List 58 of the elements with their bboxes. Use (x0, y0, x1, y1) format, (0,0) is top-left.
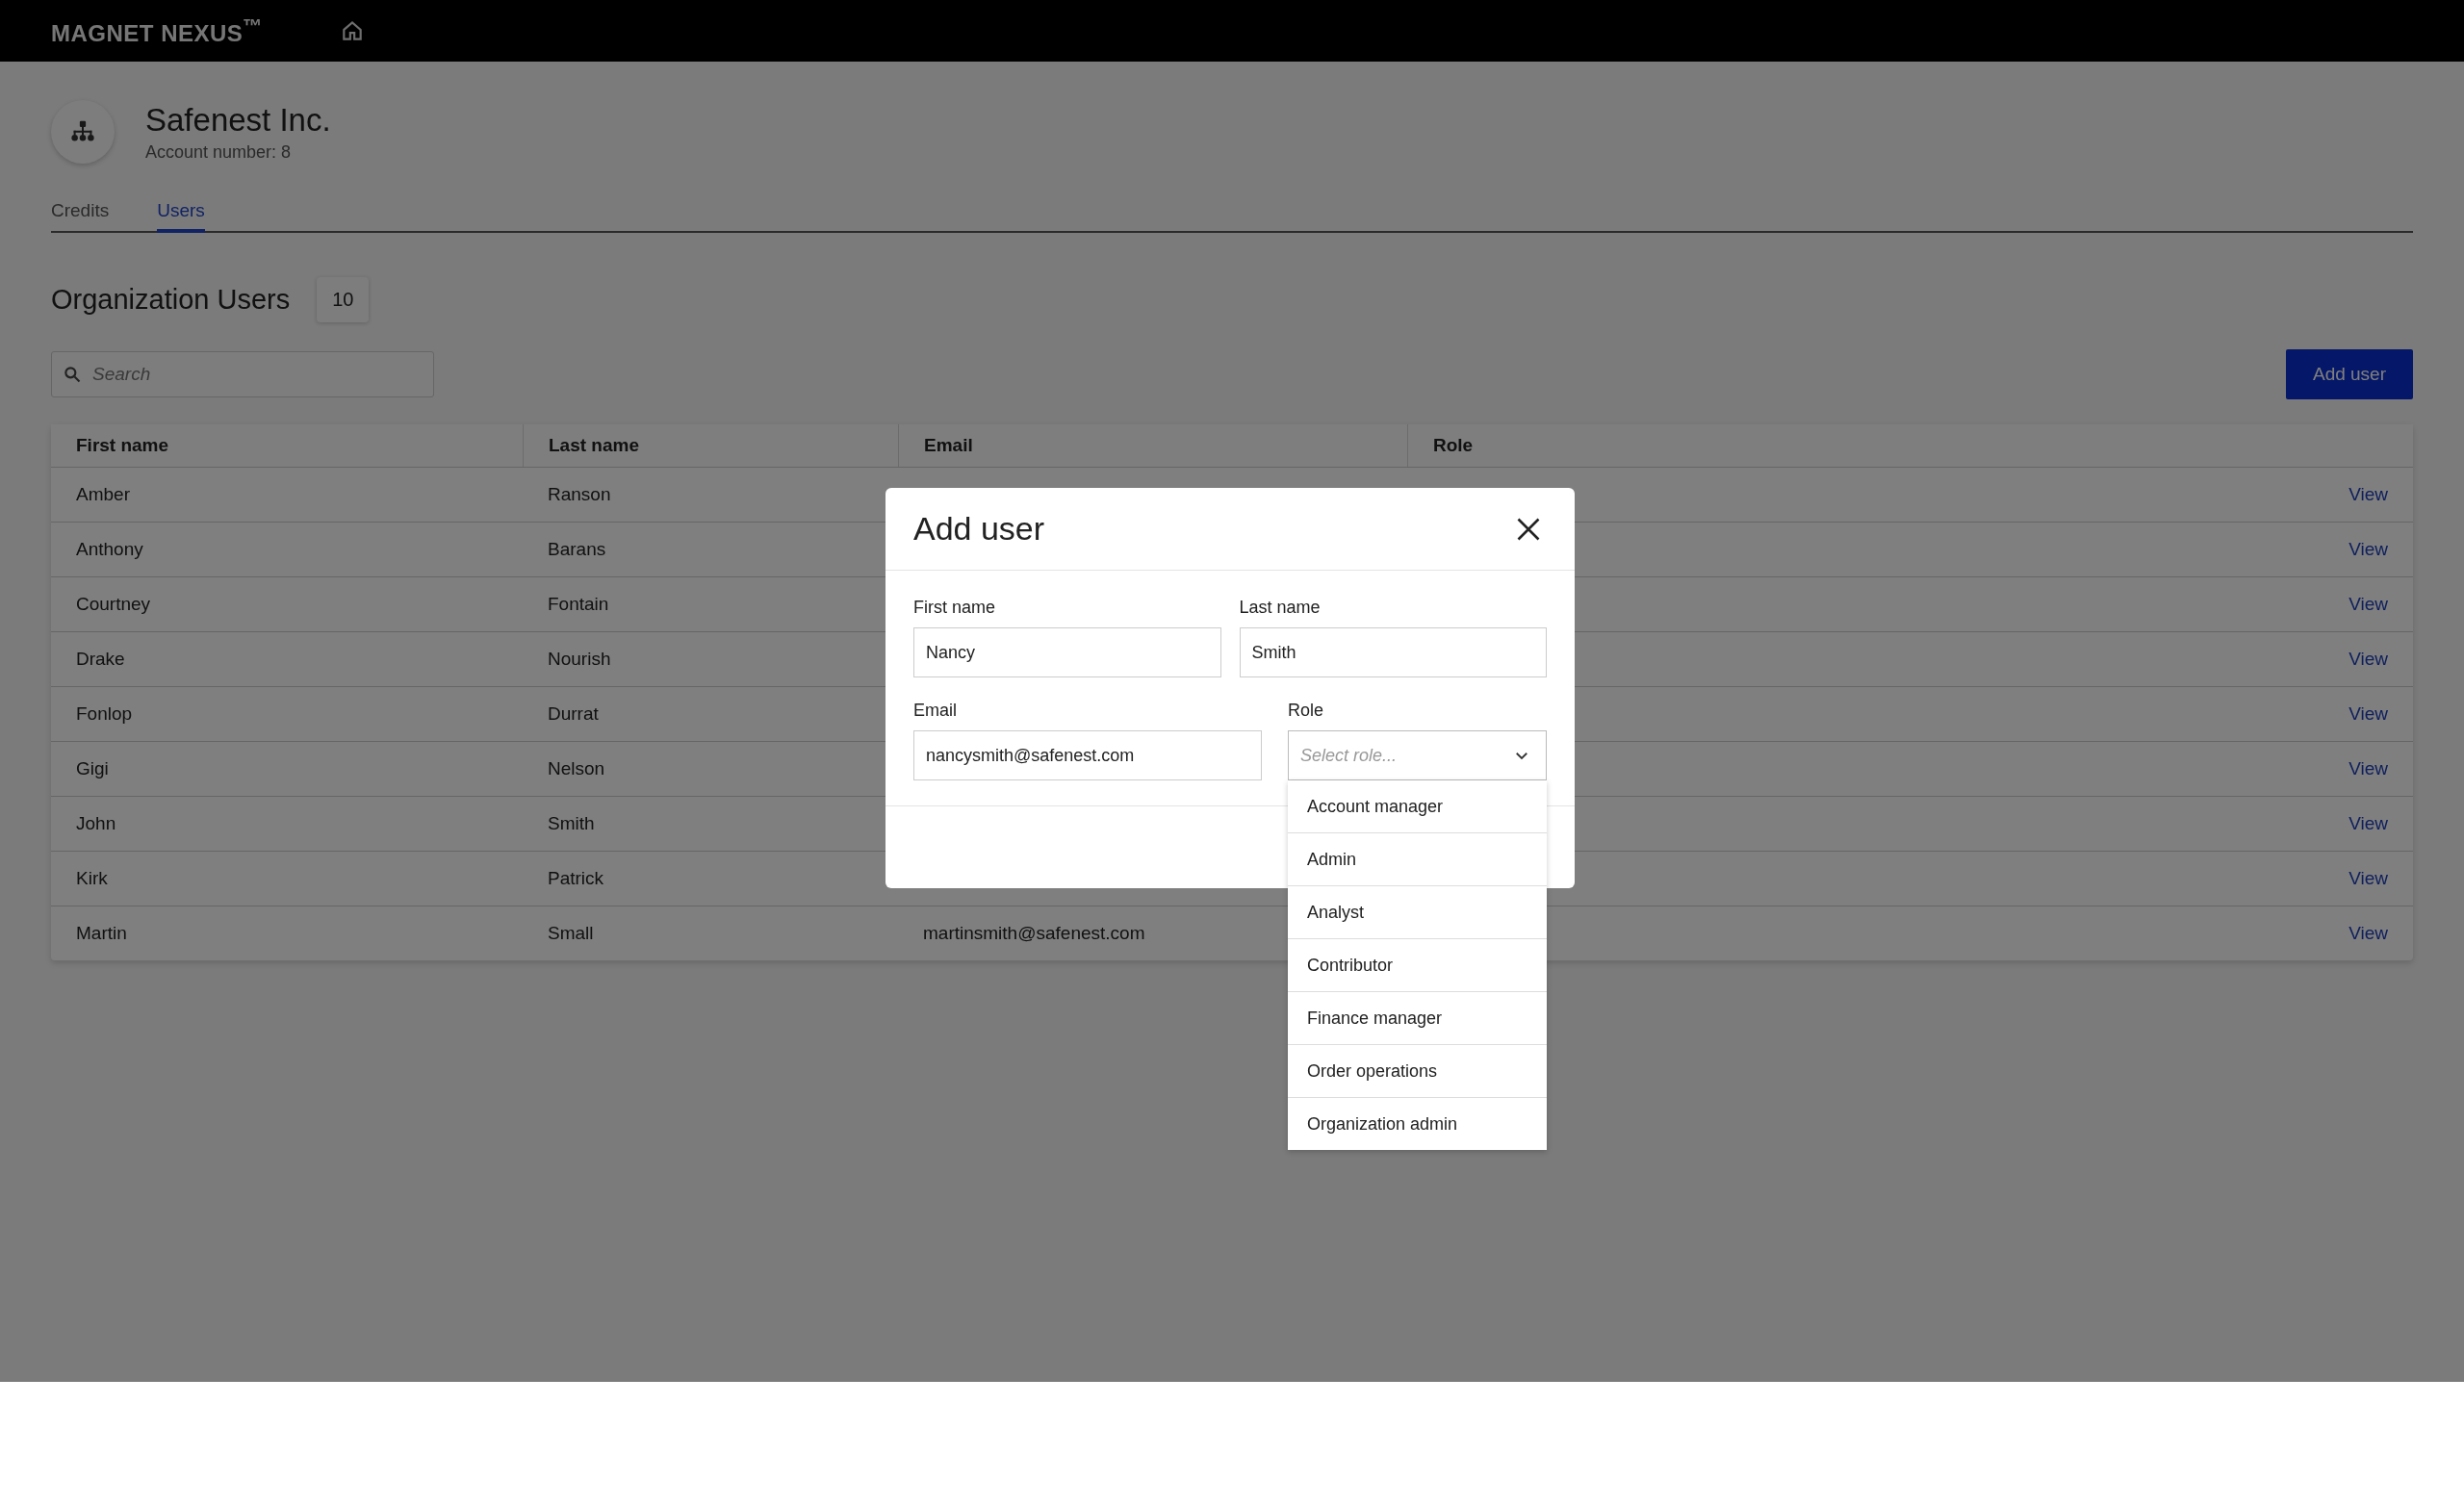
view-link[interactable]: View (2348, 539, 2388, 560)
table-cell-text: Patrick (547, 868, 605, 889)
field-label: Role (1288, 701, 1325, 721)
dropdown-option[interactable]: Admin (1288, 832, 1547, 885)
table-cell-text: Barans (547, 539, 607, 560)
table-cell-text: Ranson (547, 484, 612, 505)
column-header: Last name (523, 424, 898, 467)
dropdown-option[interactable]: Analyst (1288, 885, 1547, 938)
table-cell-text: Kirk (75, 868, 109, 889)
view-link[interactable]: View (2348, 484, 2388, 505)
table-cell-text: Nourish (547, 649, 612, 670)
column-header: Role (1407, 424, 2288, 467)
view-link[interactable]: View (2348, 813, 2388, 834)
input-field[interactable]: Nancy (913, 627, 1221, 677)
view-link[interactable]: View (2348, 649, 2388, 670)
search-field[interactable]: Search (51, 351, 434, 397)
dropdown-option[interactable]: Finance manager (1288, 991, 1547, 1044)
table-cell-text: Martin (75, 923, 128, 944)
table-cell-text: Courtney (75, 594, 152, 615)
column-header: Email (898, 424, 1407, 467)
tab[interactable]: Users (157, 200, 205, 233)
dropdown-option[interactable]: Contributor (1288, 938, 1547, 991)
table-cell-text: Smith (547, 813, 596, 834)
table-cell-text: John (75, 813, 117, 834)
table-cell-text: Fonlop (75, 703, 134, 725)
column-header: First name (75, 434, 170, 457)
view-link[interactable]: View (2348, 923, 2388, 944)
view-link[interactable]: View (2348, 594, 2388, 615)
input-field[interactable]: nancysmith@safenest.com (913, 730, 1262, 780)
input-field[interactable]: Smith (1239, 627, 1547, 677)
view-link[interactable]: View (2348, 703, 2388, 725)
table-cell-text: Durrat (547, 703, 600, 725)
section-title: Organization Users (51, 284, 291, 316)
view-link[interactable]: View (2348, 758, 2388, 779)
table-cell-text: Small (547, 923, 595, 944)
field-label: Email (913, 701, 958, 721)
view-link[interactable]: View (2348, 868, 2388, 889)
field-label: First name (913, 598, 997, 618)
table-cell-text: Anthony (75, 539, 144, 560)
table-cell-text: Gigi (75, 758, 110, 779)
user-count: 10 (317, 277, 370, 322)
dropdown-option[interactable]: Organization admin (1288, 1097, 1547, 1150)
organization-name: Safenest Inc. (145, 101, 331, 139)
role-select[interactable]: Select role... (1288, 730, 1547, 780)
add-user-button[interactable]: Add user (2285, 349, 2413, 399)
table-cell-text: martinsmith@safenest.com (922, 923, 1146, 944)
table-cell-text: Fontain (547, 594, 610, 615)
account-number: Account number: 8 (145, 141, 293, 163)
field-label: Last name (1239, 598, 1322, 618)
table-cell-text: Nelson (547, 758, 606, 779)
dropdown-option[interactable]: Account manager (1288, 780, 1547, 832)
tab[interactable]: Credits (51, 200, 110, 233)
dropdown-option[interactable]: Order operations (1288, 1044, 1547, 1097)
search-icon (63, 365, 82, 384)
dialog-title: Add user (913, 510, 1045, 548)
table-cell-text: Drake (75, 649, 126, 670)
table-cell-text: Amber (75, 484, 131, 505)
app-logo: MAGNET NEXUS$^{™}$ (51, 14, 263, 47)
